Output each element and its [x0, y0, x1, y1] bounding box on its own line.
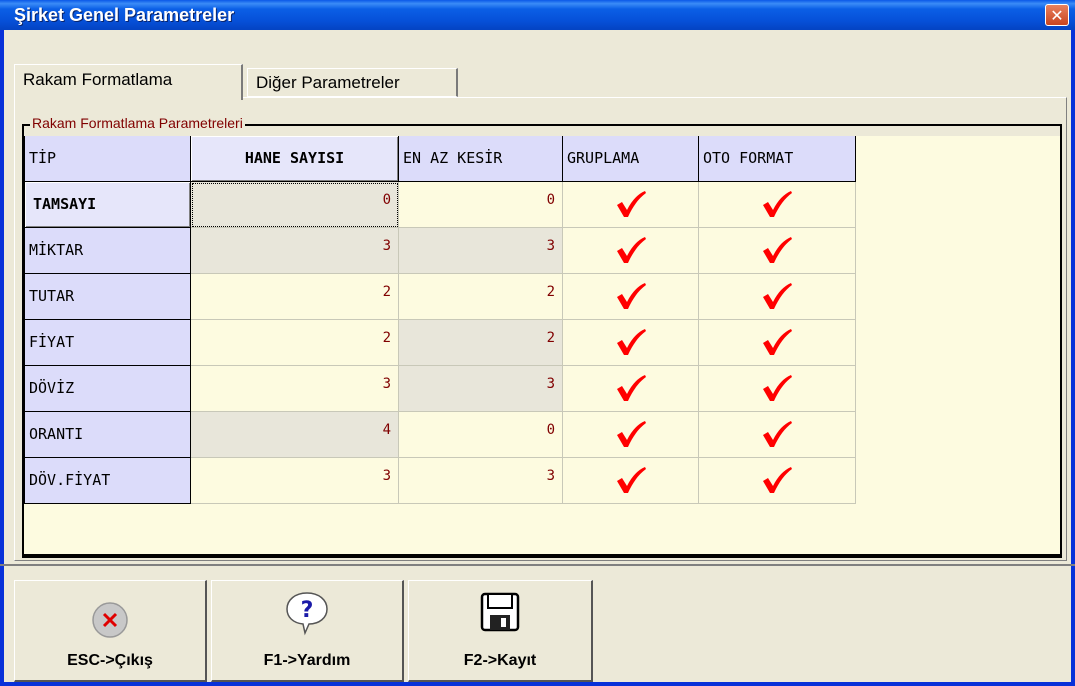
checkmark-icon [763, 329, 792, 355]
checkmark-icon [763, 283, 792, 309]
checkmark-icon [616, 237, 646, 263]
exit-button[interactable]: ESC->Çıkış [14, 580, 207, 682]
col-gruplama-header[interactable]: GRUPLAMA [563, 136, 699, 182]
row-header[interactable]: FİYAT [24, 320, 191, 366]
checkmark-icon [616, 329, 646, 355]
oto-format-checkbox[interactable] [699, 228, 856, 274]
row-header[interactable]: DÖV.FİYAT [24, 458, 191, 504]
en-az-kesir-cell[interactable]: 2 [399, 274, 563, 320]
row-header[interactable]: TAMSAYI [24, 182, 191, 228]
checkmark-icon [763, 375, 792, 401]
checkmark-icon [763, 237, 792, 263]
oto-format-checkbox[interactable] [699, 412, 856, 458]
exit-button-label: ESC->Çıkış [67, 652, 153, 669]
oto-format-checkbox[interactable] [699, 366, 856, 412]
row-header[interactable]: DÖVİZ [24, 366, 191, 412]
hane-sayisi-cell[interactable]: 3 [191, 366, 399, 412]
close-button[interactable]: ✕ [1045, 4, 1069, 26]
en-az-kesir-cell[interactable]: 0 [399, 182, 563, 228]
hane-sayisi-cell[interactable]: 2 [191, 320, 399, 366]
en-az-kesir-cell[interactable]: 3 [399, 366, 563, 412]
col-tip-header[interactable]: TİP [24, 136, 191, 182]
gruplama-checkbox[interactable] [563, 412, 699, 458]
hane-sayisi-cell[interactable]: 2 [191, 274, 399, 320]
en-az-kesir-cell[interactable]: 3 [399, 228, 563, 274]
gruplama-checkbox[interactable] [563, 366, 699, 412]
col-hane-sayisi-header[interactable]: HANE SAYISI [191, 136, 399, 182]
oto-format-checkbox[interactable] [699, 274, 856, 320]
floppy-disk-icon [480, 592, 520, 632]
gruplama-checkbox[interactable] [563, 274, 699, 320]
title-bar[interactable]: Şirket Genel Parametreler ✕ [0, 0, 1075, 30]
row-header[interactable]: ORANTI [24, 412, 191, 458]
hane-sayisi-cell[interactable]: 3 [191, 458, 399, 504]
tab-label: Diğer Parametreler [256, 73, 400, 92]
checkmark-icon [616, 467, 646, 493]
checkmark-icon [616, 421, 646, 447]
row-header[interactable]: TUTAR [24, 274, 191, 320]
format-grid: TİP HANE SAYISI EN AZ KESİR GRUPLAMA OTO FOR… [24, 136, 1060, 556]
checkmark-icon [763, 191, 792, 217]
svg-text:?: ? [301, 598, 314, 623]
col-oto-format-header[interactable]: OTO FORMAT [699, 136, 856, 182]
en-az-kesir-cell[interactable]: 3 [399, 458, 563, 504]
en-az-kesir-cell[interactable]: 0 [399, 412, 563, 458]
window-title: Şirket Genel Parametreler [14, 5, 235, 25]
gruplama-checkbox[interactable] [563, 458, 699, 504]
checkmark-icon [763, 467, 792, 493]
row-header[interactable]: MİKTAR [24, 228, 191, 274]
checkmark-icon [616, 375, 646, 401]
save-button-label: F2->Kayıt [463, 652, 537, 669]
col-en-az-kesir-header[interactable]: EN AZ KESİR [399, 136, 563, 182]
oto-format-checkbox[interactable] [699, 458, 856, 504]
help-icon: ? [286, 592, 328, 636]
oto-format-checkbox[interactable] [699, 182, 856, 228]
en-az-kesir-cell[interactable]: 2 [399, 320, 563, 366]
divider [0, 564, 1075, 566]
tab-diger-parametreler[interactable]: Diğer Parametreler [247, 68, 458, 97]
gruplama-checkbox[interactable] [563, 320, 699, 366]
hane-sayisi-cell[interactable]: 4 [191, 412, 399, 458]
tab-label: Rakam Formatlama [23, 70, 173, 89]
hane-sayisi-cell[interactable]: 3 [191, 228, 399, 274]
hane-sayisi-cell[interactable]: 0 [191, 182, 399, 228]
oto-format-checkbox[interactable] [699, 320, 856, 366]
gruplama-checkbox[interactable] [563, 228, 699, 274]
checkmark-icon [616, 191, 646, 217]
checkmark-icon [763, 421, 792, 447]
checkmark-icon [616, 283, 646, 309]
gruplama-checkbox[interactable] [563, 182, 699, 228]
cancel-icon [92, 602, 128, 638]
help-button[interactable]: ? F1->Yardım [211, 580, 404, 682]
tab-rakam-formatlama[interactable]: Rakam Formatlama [14, 64, 243, 100]
close-icon: ✕ [1050, 6, 1064, 25]
help-button-label: F1->Yardım [263, 652, 351, 669]
group-label: Rakam Formatlama Parametreleri [30, 115, 245, 131]
save-button[interactable]: F2->Kayıt [408, 580, 593, 682]
